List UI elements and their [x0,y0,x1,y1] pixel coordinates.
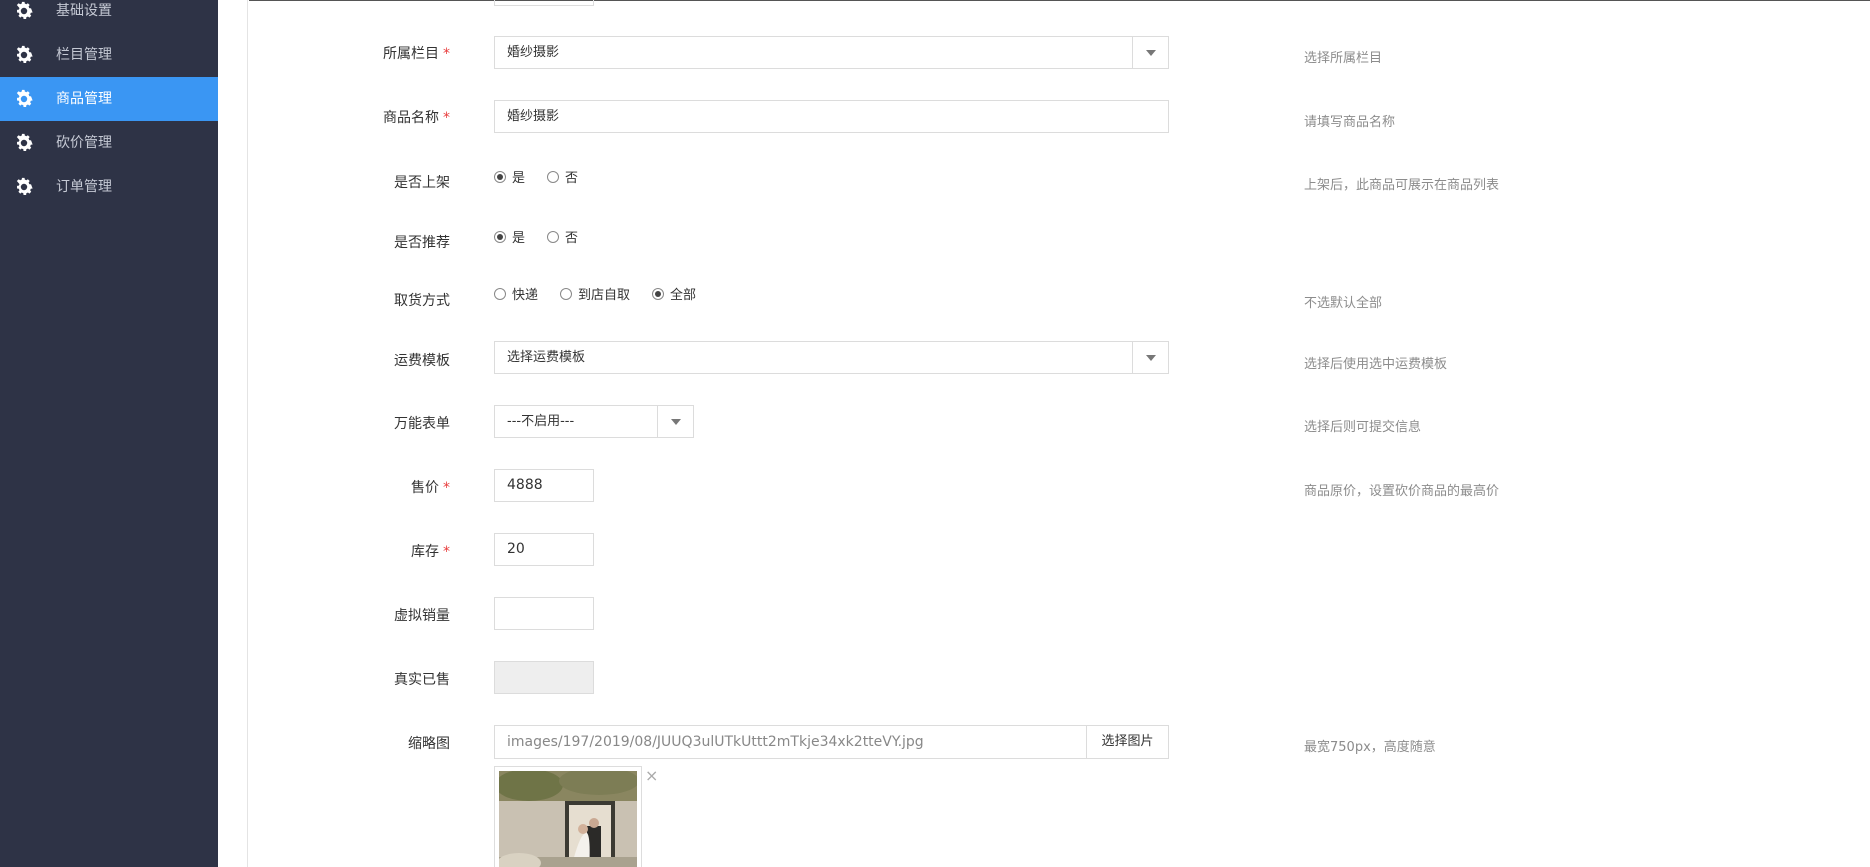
real-sold-input [494,661,594,694]
radio-dot [494,287,506,300]
on-shelf-no-radio[interactable]: 否 [547,167,578,186]
on-shelf-yes-radio[interactable]: 是 [494,167,525,186]
required-mark: * [443,544,450,560]
radio-label: 到店自取 [578,288,631,303]
top-border [249,0,1870,1]
pickup-label: 取货方式 [394,293,450,309]
name-hint: 请填写商品名称 [1304,115,1396,130]
caret-area [1132,342,1168,373]
gear-icon [16,133,33,151]
radio-label: 否 [565,171,579,186]
sidebar-item-columns[interactable]: 栏目管理 [0,33,218,77]
radio-dot [652,287,665,300]
main-content: 所属栏目 * 婚纱摄影 选择所属栏目 商品名称 * 婚纱摄影 请填写商品名称 是否上… [218,0,1870,867]
recommend-no-radio[interactable]: 否 [547,227,578,246]
stock-label: 库存 * [411,544,450,560]
sidebar-item-label: 栏目管理 [56,47,112,63]
shipping-template-select[interactable]: 选择运费模板 [494,341,1169,374]
radio-label: 是 [512,231,526,246]
price-hint: 商品原价，设置砍价商品的最高价 [1304,484,1500,499]
sidebar-item-basic-settings[interactable]: 基础设置 [0,0,218,33]
recommend-radio-group: 是 否 [494,227,600,246]
sidebar-item-orders[interactable]: 订单管理 [0,165,218,209]
required-mark: * [443,110,450,126]
radio-label: 全部 [670,288,697,303]
form-select-hint: 选择后则可提交信息 [1304,420,1422,435]
sidebar-item-products[interactable]: 商品管理 [0,77,218,121]
radio-label: 否 [565,231,579,246]
pickup-all-radio[interactable]: 全部 [652,284,696,303]
sidebar-item-bargain[interactable]: 砍价管理 [0,121,218,165]
category-label: 所属栏目 * [383,46,450,62]
virtual-sales-label: 虚拟销量 [394,608,450,624]
gear-icon [16,1,33,19]
radio-dot [494,230,506,243]
radio-dot [494,170,506,183]
gear-icon [16,177,33,195]
pickup-store-radio[interactable]: 到店自取 [560,284,630,303]
chevron-down-icon [1146,50,1156,56]
category-value: 婚纱摄影 [507,45,560,60]
content-border [247,0,248,867]
category-select[interactable]: 婚纱摄影 [494,36,1169,69]
radio-label: 是 [512,171,526,186]
gear-icon [16,89,33,107]
form-select-label: 万能表单 [394,416,450,432]
chevron-down-icon [1146,355,1156,361]
stock-input[interactable]: 20 [494,533,594,566]
sidebar-item-label: 砍价管理 [56,135,112,151]
on-shelf-hint: 上架后，此商品可展示在商品列表 [1304,178,1500,193]
thumbnail-path-input[interactable]: images/197/2019/08/JUUQ3ulUTkUttt2mTkje3… [494,725,1087,759]
shipping-hint: 选择后使用选中运费模板 [1304,357,1448,372]
radio-label: 快递 [512,288,539,303]
virtual-sales-input[interactable] [494,597,594,630]
shipping-value: 选择运费模板 [507,350,586,365]
real-sold-label: 真实已售 [394,672,450,688]
gear-icon [16,45,33,63]
on-shelf-label: 是否上架 [394,175,450,191]
recommend-yes-radio[interactable]: 是 [494,227,525,246]
thumbnail-label: 缩略图 [408,736,450,752]
sidebar-item-label: 基础设置 [56,3,112,19]
on-shelf-radio-group: 是 否 [494,167,600,186]
thumbnail-preview [494,766,642,867]
product-name-input[interactable]: 婚纱摄影 [494,100,1169,133]
pickup-hint: 不选默认全部 [1304,296,1383,311]
select-image-button[interactable]: 选择图片 [1087,725,1169,759]
required-mark: * [443,46,450,62]
thumbnail-hint: 最宽750px，高度随意 [1304,740,1436,755]
required-mark: * [443,480,450,496]
shipping-label: 运费模板 [394,353,450,369]
chevron-down-icon [671,419,681,425]
universal-form-select[interactable]: ---不启用--- [494,405,694,438]
price-input[interactable]: 4888 [494,469,594,502]
radio-dot [560,287,573,300]
sidebar-item-label: 商品管理 [56,91,112,107]
thumbnail-image [495,767,639,867]
recommend-label: 是否推荐 [394,235,450,251]
form-select-value: ---不启用--- [507,414,575,429]
sidebar: 基础设置 栏目管理 商品管理 砍价管理 订单管理 [0,0,218,867]
name-label: 商品名称 * [383,110,450,126]
price-label: 售价 * [411,480,450,496]
sidebar-item-label: 订单管理 [56,179,112,195]
category-hint: 选择所属栏目 [1304,51,1383,66]
pickup-express-radio[interactable]: 快递 [494,284,538,303]
caret-area [657,406,693,437]
pickup-radio-group: 快递 到店自取 全部 [494,284,718,303]
caret-area [1132,37,1168,68]
radio-dot [547,170,560,183]
remove-thumbnail-icon[interactable]: × [645,768,658,784]
previous-field-edge [494,0,594,6]
radio-dot [547,230,560,243]
app: 基础设置 栏目管理 商品管理 砍价管理 订单管理 所属栏目 * 婚纱摄影 选择所属… [0,0,1870,867]
